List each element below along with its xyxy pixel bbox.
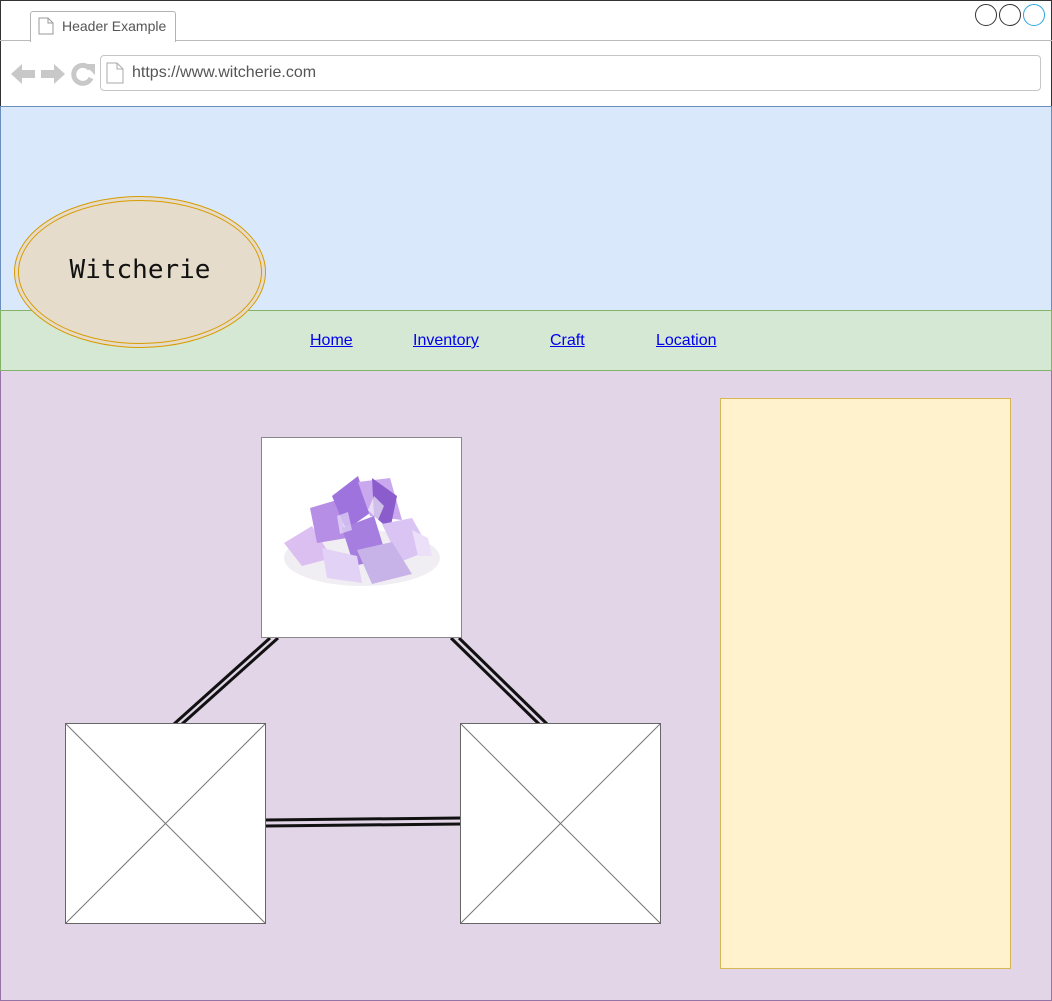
tab-title: Header Example <box>62 18 167 34</box>
forward-arrow-icon[interactable] <box>40 61 66 87</box>
nav-link-inventory[interactable]: Inventory <box>413 331 479 351</box>
nav-link-location[interactable]: Location <box>656 331 717 351</box>
crystal-image[interactable] <box>261 437 462 638</box>
placeholder-cross-icon <box>65 723 266 924</box>
sidebar-panel <box>720 398 1011 969</box>
back-arrow-icon[interactable] <box>10 61 36 87</box>
placeholder-cross-icon <box>460 723 661 924</box>
logo-text: Witcherie <box>69 255 211 285</box>
reload-icon[interactable] <box>70 61 96 87</box>
image-placeholder[interactable] <box>65 723 266 924</box>
nav-link-craft[interactable]: Craft <box>550 331 585 351</box>
url-text[interactable]: https://www.witcherie.com <box>132 64 316 82</box>
amethyst-crystal-icon <box>284 476 440 586</box>
window-control-icon[interactable] <box>1023 4 1045 26</box>
nav-link-home[interactable]: Home <box>310 331 353 351</box>
document-icon <box>106 62 124 84</box>
window-control-icon[interactable] <box>975 4 997 26</box>
image-placeholder[interactable] <box>460 723 661 924</box>
document-icon <box>38 17 54 35</box>
window-control-icon[interactable] <box>999 4 1021 26</box>
